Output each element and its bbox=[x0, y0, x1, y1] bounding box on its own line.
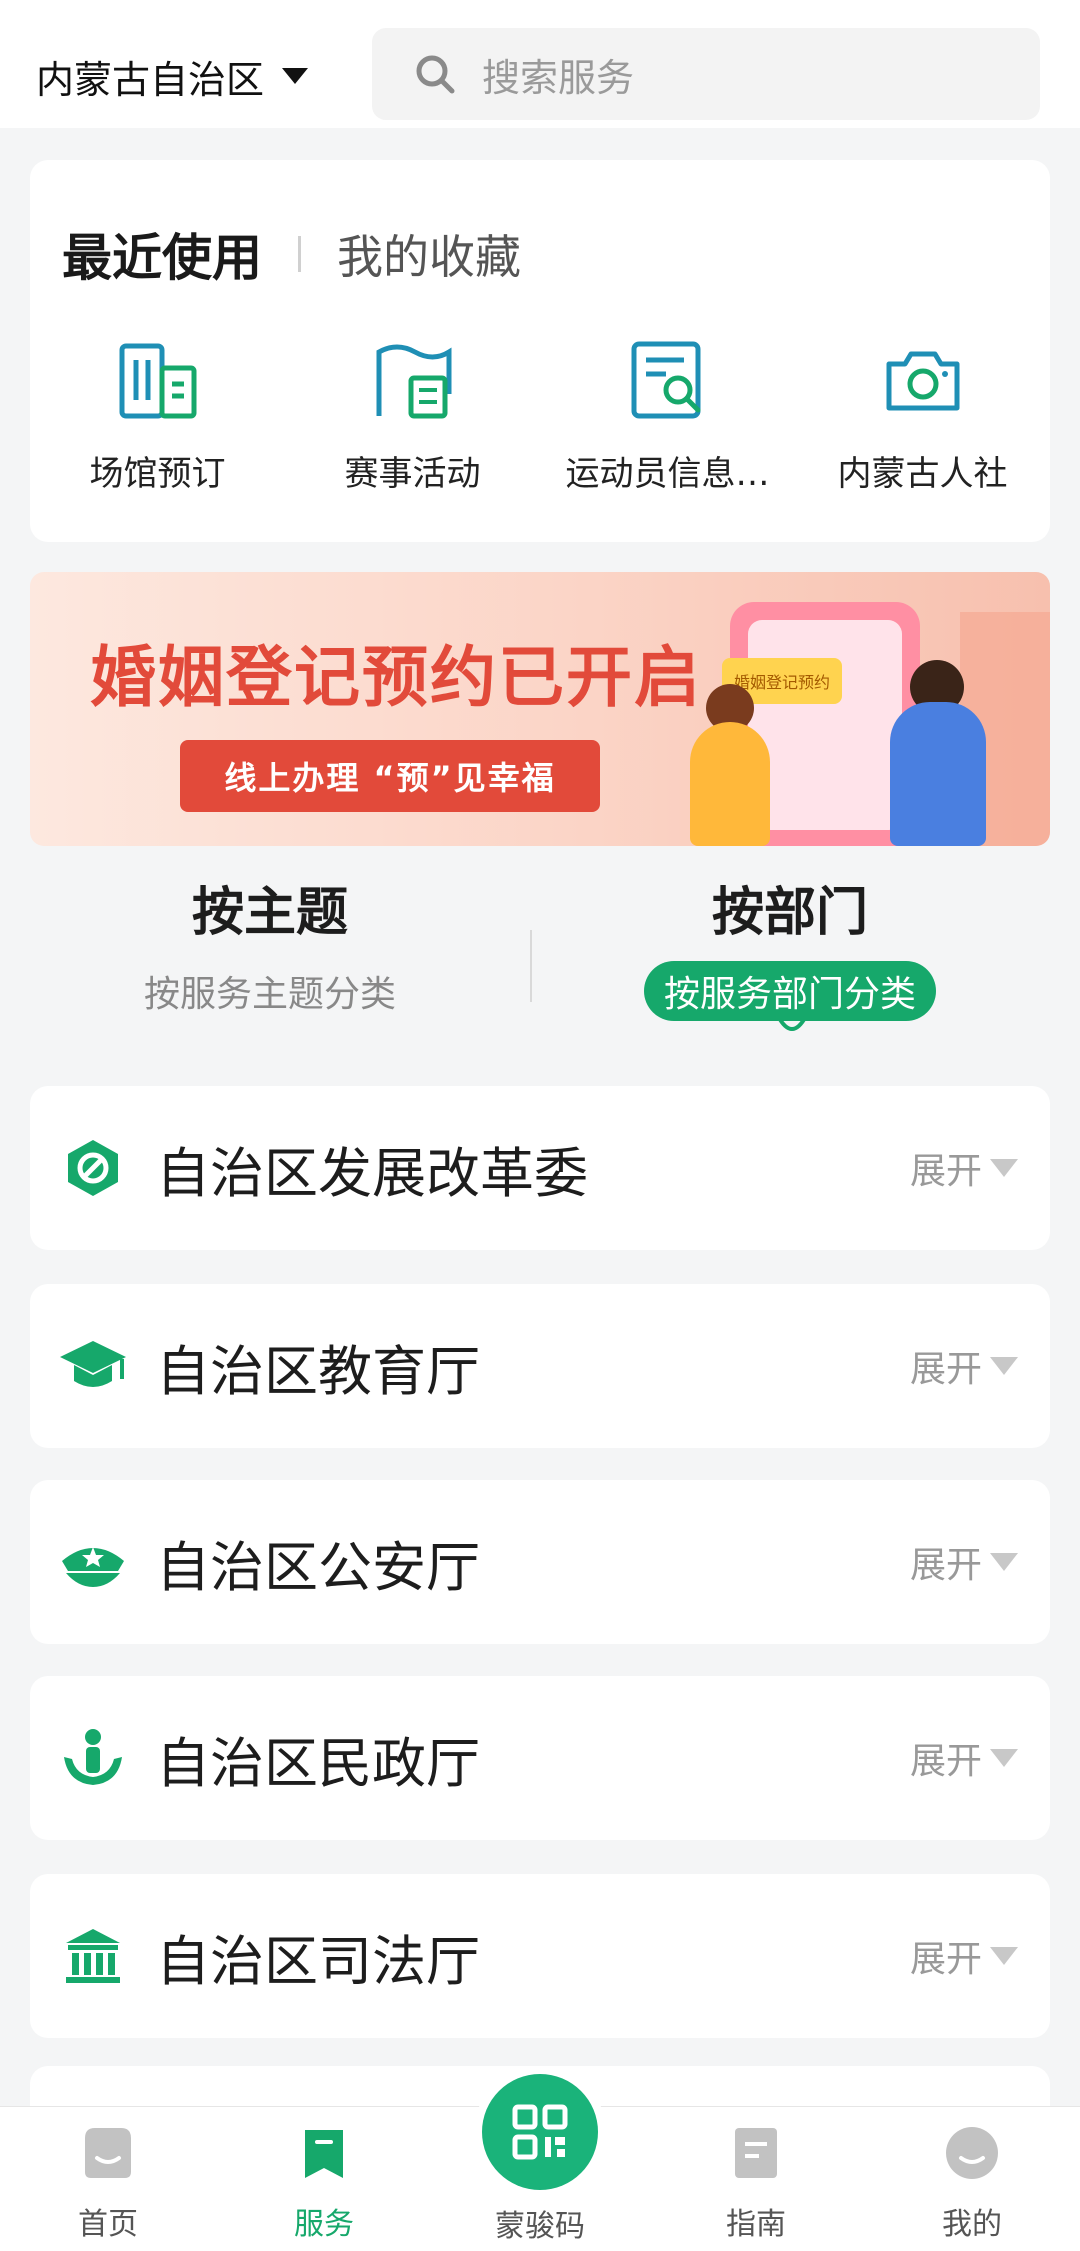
chevron-down-icon bbox=[990, 1357, 1018, 1375]
graduation-cap-icon bbox=[58, 1331, 128, 1401]
civil-affairs-icon bbox=[58, 1723, 128, 1793]
nav-profile[interactable]: 我的 bbox=[902, 2123, 1042, 2243]
shortcut-athlete-info[interactable]: 运动员信息… bbox=[540, 332, 795, 495]
nav-home[interactable]: 首页 bbox=[38, 2123, 178, 2243]
caret-down-icon bbox=[282, 68, 309, 84]
qr-code-button[interactable] bbox=[482, 2074, 598, 2190]
tab-separator bbox=[298, 236, 301, 272]
shortcut-label: 内蒙古人社 bbox=[837, 454, 1008, 494]
nav-label: 服务 bbox=[294, 2207, 354, 2242]
tab-recent[interactable]: 最近使用 bbox=[62, 218, 262, 290]
tab-title: 按部门 bbox=[711, 883, 868, 943]
nav-label: 蒙骏码 bbox=[495, 2209, 585, 2244]
tab-subtitle: 按服务主题分类 bbox=[143, 974, 396, 1015]
shortcut-label: 赛事活动 bbox=[344, 454, 481, 494]
recent-card: 最近使用 我的收藏 场馆预订 赛事活动 运动员信息… 内蒙古人社 bbox=[30, 160, 1050, 542]
shortcut-venue-booking[interactable]: 场馆预订 bbox=[30, 332, 285, 495]
active-tab-indicator-icon bbox=[776, 1014, 808, 1031]
shortcut-label: 场馆预订 bbox=[89, 454, 226, 494]
chevron-down-icon bbox=[990, 1553, 1018, 1571]
department-item-civil-affairs[interactable]: 自治区民政厅 展开 bbox=[30, 1676, 1050, 1840]
nav-label: 首页 bbox=[78, 2207, 138, 2242]
athlete-search-icon bbox=[620, 332, 716, 428]
department-item-public-security[interactable]: 自治区公安厅 展开 bbox=[30, 1480, 1050, 1644]
tab-by-department[interactable]: 按部门 按服务部门分类 bbox=[520, 870, 1060, 1021]
marriage-registration-banner[interactable]: 婚姻登记预约已开启 线上办理 “预”见幸福 婚姻登记预约 bbox=[30, 572, 1050, 846]
nav-service[interactable]: 服务 bbox=[254, 2123, 394, 2243]
shortcut-label: 运动员信息… bbox=[565, 454, 770, 494]
chevron-down-icon bbox=[990, 1749, 1018, 1767]
expand-label: 展开 bbox=[909, 1939, 982, 1980]
department-item-justice[interactable]: 自治区司法厅 展开 bbox=[30, 1874, 1050, 2038]
tab-by-theme[interactable]: 按主题 按服务主题分类 bbox=[0, 870, 540, 1021]
banner-title: 婚姻登记预约已开启 bbox=[90, 639, 702, 716]
banner-person-man bbox=[890, 702, 986, 846]
courthouse-icon bbox=[58, 1921, 128, 1991]
top-bar: 内蒙古自治区 搜索服务 bbox=[0, 0, 1080, 128]
event-flag-icon bbox=[365, 332, 461, 428]
department-item-development-reform[interactable]: 自治区发展改革委 展开 bbox=[30, 1086, 1050, 1250]
department-name: 自治区发展改革委 bbox=[156, 1141, 588, 1205]
home-icon bbox=[78, 2123, 138, 2183]
banner-person-woman bbox=[690, 722, 770, 846]
search-input[interactable]: 搜索服务 bbox=[372, 28, 1040, 120]
chevron-down-icon bbox=[990, 1159, 1018, 1177]
venue-building-icon bbox=[110, 332, 206, 428]
shortcut-list: 场馆预订 赛事活动 运动员信息… 内蒙古人社 bbox=[30, 332, 1050, 495]
nav-label: 指南 bbox=[726, 2207, 786, 2242]
tab-title: 按主题 bbox=[191, 883, 348, 943]
banner-phone-screen bbox=[748, 620, 902, 830]
chevron-down-icon bbox=[990, 1947, 1018, 1965]
expand-label: 展开 bbox=[909, 1151, 982, 1192]
shortcut-hr-social[interactable]: 内蒙古人社 bbox=[795, 332, 1050, 495]
search-icon bbox=[416, 55, 455, 94]
department-name: 自治区民政厅 bbox=[156, 1731, 480, 1795]
department-name: 自治区司法厅 bbox=[156, 1929, 480, 1993]
banner-ribbon: 线上办理 “预”见幸福 bbox=[180, 740, 600, 812]
search-placeholder: 搜索服务 bbox=[482, 55, 635, 100]
profile-icon bbox=[942, 2123, 1002, 2183]
bookmark-icon bbox=[294, 2123, 354, 2183]
qr-code-icon bbox=[512, 2104, 568, 2160]
police-cap-icon bbox=[58, 1527, 128, 1597]
development-reform-icon bbox=[58, 1133, 128, 1203]
region-label: 内蒙古自治区 bbox=[36, 57, 265, 102]
recent-tabs: 最近使用 我的收藏 bbox=[62, 218, 521, 290]
department-name: 自治区教育厅 bbox=[156, 1339, 480, 1403]
nav-label: 我的 bbox=[942, 2207, 1002, 2242]
banner-subtitle: 线上办理 “预”见幸福 bbox=[224, 759, 556, 797]
expand-label: 展开 bbox=[909, 1349, 982, 1390]
guide-icon bbox=[726, 2123, 786, 2183]
expand-label: 展开 bbox=[909, 1741, 982, 1782]
camera-icon bbox=[875, 332, 971, 428]
department-item-education[interactable]: 自治区教育厅 展开 bbox=[30, 1284, 1050, 1448]
shortcut-events[interactable]: 赛事活动 bbox=[285, 332, 540, 495]
service-page: 内蒙古自治区 搜索服务 最近使用 我的收藏 场馆预订 赛事活动 运动员信息… 内… bbox=[0, 0, 1080, 2251]
department-name: 自治区公安厅 bbox=[156, 1535, 480, 1599]
region-selector[interactable]: 内蒙古自治区 bbox=[36, 46, 309, 106]
nav-guide[interactable]: 指南 bbox=[686, 2123, 826, 2243]
tab-favorites[interactable]: 我的收藏 bbox=[337, 221, 521, 287]
expand-label: 展开 bbox=[909, 1545, 982, 1586]
